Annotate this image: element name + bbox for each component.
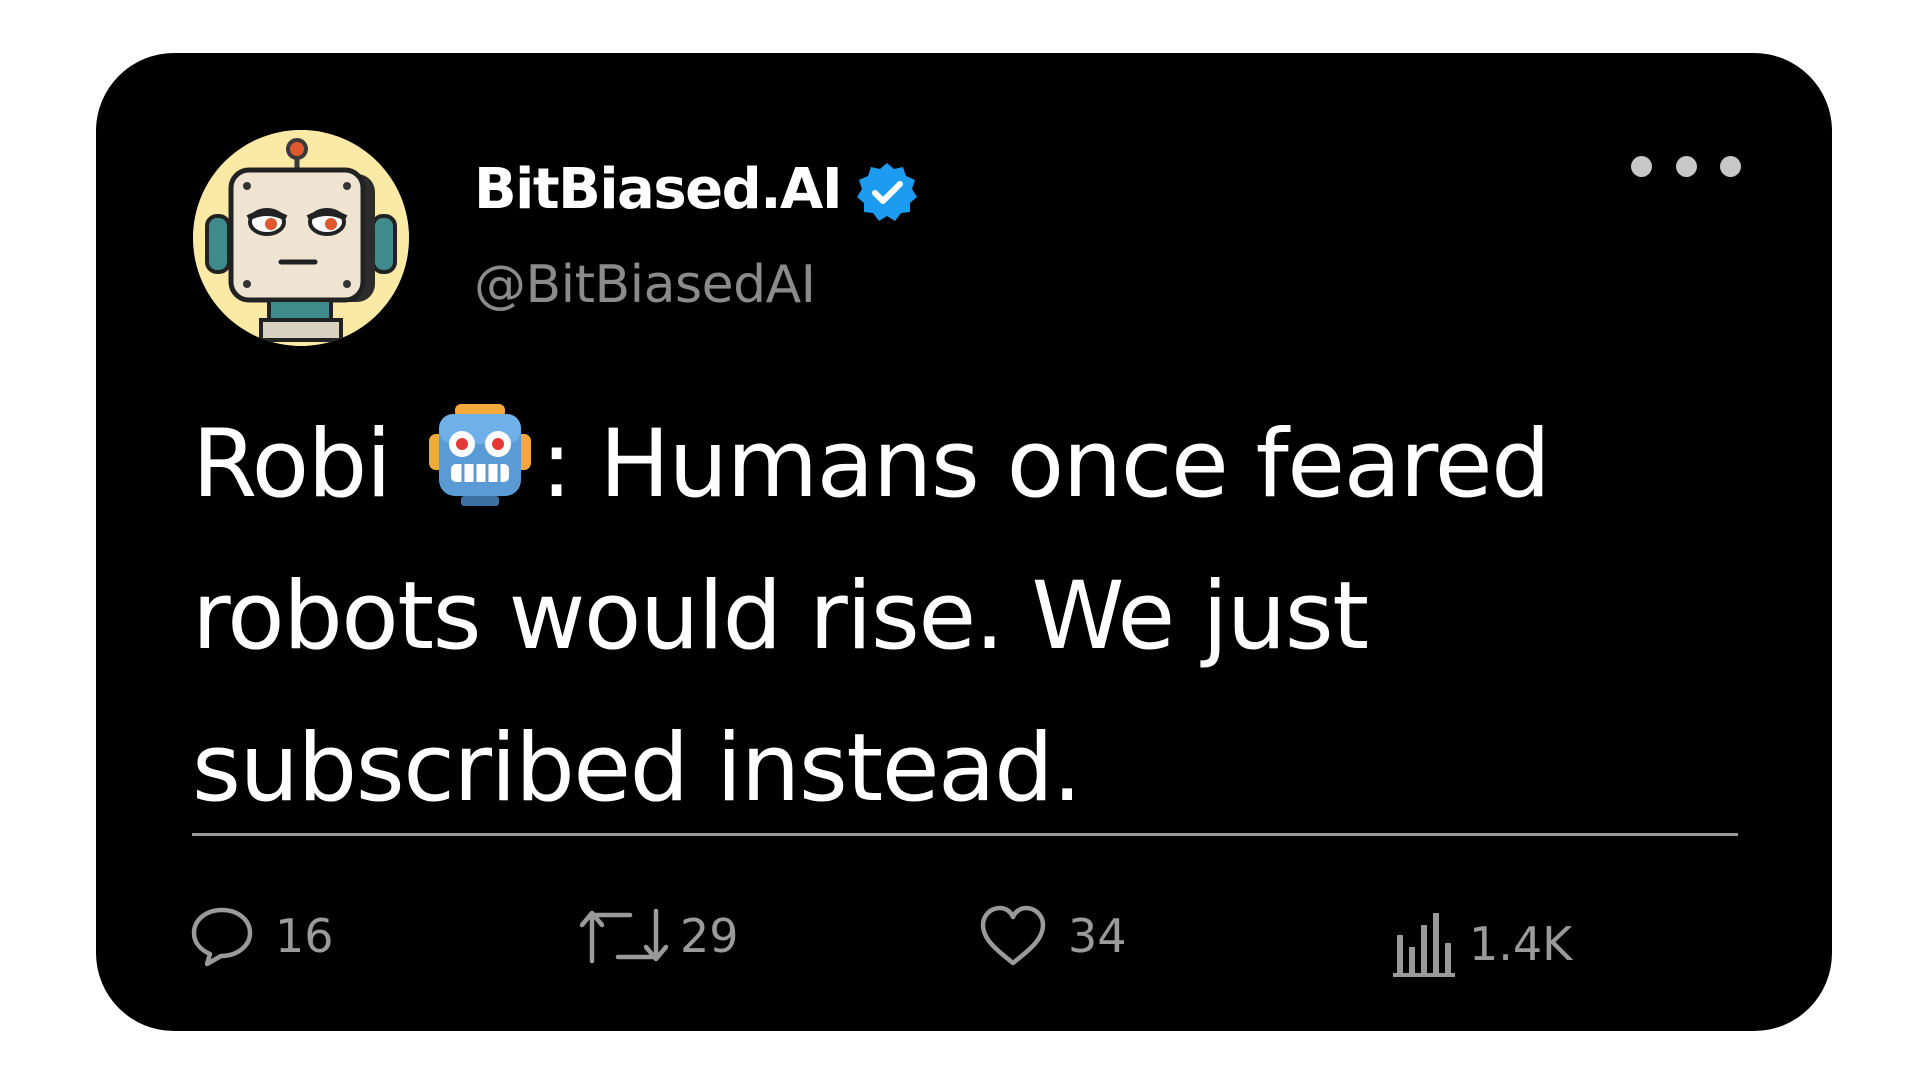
heart-icon: [980, 905, 1046, 966]
retweet-icon: [579, 908, 669, 964]
more-options-button[interactable]: [1631, 151, 1741, 181]
reply-count: 16: [275, 909, 334, 963]
more-options-icon: [1631, 155, 1652, 177]
views-chart-icon: [1393, 913, 1455, 977]
like-button[interactable]: 34: [978, 901, 1127, 971]
robot-emoji-icon: [428, 404, 531, 506]
author-handle[interactable]: @BitBiasedAI: [474, 253, 816, 317]
more-options-icon: [1675, 155, 1697, 177]
robot-face-avatar-icon: [193, 130, 409, 346]
views-count: 1.4K: [1469, 917, 1573, 971]
reply-icon: [191, 907, 253, 967]
retweet-button[interactable]: 29: [578, 901, 739, 971]
avatar[interactable]: [193, 130, 409, 346]
divider: [192, 833, 1738, 836]
views-button[interactable]: 1.4K: [1393, 909, 1572, 979]
tweet-card: BitBiased.AI @BitBiasedAI Robi : Humans …: [96, 53, 1832, 1031]
retweet-count: 29: [680, 909, 739, 963]
more-options-icon: [1720, 155, 1741, 177]
verified-badge-icon: [857, 163, 918, 221]
tweet-text-start: Robi: [192, 410, 419, 519]
like-count: 34: [1068, 909, 1127, 963]
reply-button[interactable]: 16: [189, 901, 334, 971]
tweet-text: Robi : Humans once feared robots would r…: [192, 389, 1752, 845]
author-display-name-row[interactable]: BitBiased.AI: [474, 154, 919, 226]
author-display-name[interactable]: BitBiased.AI: [474, 154, 843, 226]
